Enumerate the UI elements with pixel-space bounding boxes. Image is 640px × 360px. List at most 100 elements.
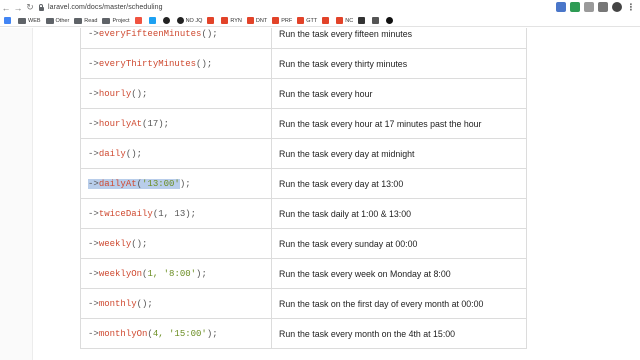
arrow-operator: -> <box>88 329 99 339</box>
method-name: weeklyOn <box>99 269 142 279</box>
method-name: everyThirtyMinutes <box>99 59 196 69</box>
method-name: monthly <box>99 299 137 309</box>
method-signature: ->everyThirtyMinutes( <box>88 59 201 69</box>
bookmark-15[interactable]: NC <box>336 15 353 27</box>
laravel-icon <box>135 17 142 24</box>
bookmark-label: WEB <box>28 18 41 24</box>
reload-icon[interactable]: ↻ <box>24 0 36 15</box>
bookmark-16[interactable] <box>358 15 367 27</box>
bookmark-0[interactable] <box>4 15 13 27</box>
bookmark-12[interactable]: PRF <box>272 15 292 27</box>
bookmark-3[interactable]: Read <box>74 15 97 27</box>
bookmark-label: Project <box>112 18 129 24</box>
folder-icon <box>46 18 54 24</box>
method-name: daily <box>99 149 126 159</box>
method-cell: ->twiceDaily(1, 13); <box>81 199 272 229</box>
method-cell: ->daily(); <box>81 139 272 169</box>
method-cell: ->hourly(); <box>81 79 272 109</box>
description-cell: Run the task every fifteen minutes <box>272 28 527 49</box>
method-name: weekly <box>99 239 131 249</box>
bookmark-14[interactable] <box>322 15 331 27</box>
gitlab-icon <box>322 17 329 24</box>
method-signature: ->dailyAt('13:00' <box>88 179 180 189</box>
forward-arrow-icon[interactable]: → <box>12 0 24 15</box>
bookmark-label: Read <box>84 18 97 24</box>
extension-menu-icon[interactable] <box>598 2 608 12</box>
bookmark-label: GTT <box>306 18 317 24</box>
docs-page: ->everyFifteenMinutes();Run the task eve… <box>0 28 640 360</box>
bookmark-label: NC <box>345 18 353 24</box>
bookmark-5[interactable] <box>135 15 144 27</box>
table-row: ->twiceDaily(1, 13);Run the task daily a… <box>81 199 527 229</box>
bookmark-18[interactable] <box>386 15 395 27</box>
kebab-menu-icon[interactable]: ⋮ <box>626 2 636 12</box>
description-cell: Run the task every day at 13:00 <box>272 169 527 199</box>
extension-green-icon[interactable] <box>570 2 580 12</box>
bookmark-9[interactable] <box>207 15 216 27</box>
circle-icon <box>386 17 393 24</box>
arrow-operator: -> <box>88 269 99 279</box>
description-cell: Run the task every day at midnight <box>272 139 527 169</box>
grid-icon <box>372 17 379 24</box>
method-cell: ->everyThirtyMinutes(); <box>81 49 272 79</box>
gitlab-icon <box>207 17 214 24</box>
table-row: ->weeklyOn(1, '8:00');Run the task every… <box>81 259 527 289</box>
gitlab-icon <box>272 17 279 24</box>
arrow-operator: -> <box>88 29 99 39</box>
method-args: 4, '15:00' <box>153 329 207 339</box>
method-name: monthlyOn <box>99 329 148 339</box>
table-row: ->hourly();Run the task every hour <box>81 79 527 109</box>
method-args: 1, '8:00' <box>147 269 196 279</box>
bookmark-4[interactable]: Project <box>102 15 129 27</box>
method-cell: ->monthly(); <box>81 289 272 319</box>
folder-icon <box>18 18 26 24</box>
lock-icon[interactable] <box>36 0 46 15</box>
back-arrow-icon[interactable]: ← <box>0 0 12 15</box>
arrow-operator: -> <box>88 89 99 99</box>
method-signature: ->twiceDaily(1, 13 <box>88 209 185 219</box>
method-cell: ->dailyAt('13:00'); <box>81 169 272 199</box>
table-row: ->dailyAt('13:00');Run the task every da… <box>81 169 527 199</box>
arrow-operator: -> <box>88 239 99 249</box>
arrow-operator: -> <box>88 119 99 129</box>
bookmark-11[interactable]: DNT <box>247 15 267 27</box>
bookmark-6[interactable] <box>149 15 158 27</box>
table-row: ->monthly();Run the task on the first da… <box>81 289 527 319</box>
description-cell: Run the task daily at 1:00 & 13:00 <box>272 199 527 229</box>
bookmark-2[interactable]: Other <box>46 15 70 27</box>
extension-blue-icon[interactable] <box>556 2 566 12</box>
folder-icon <box>74 18 82 24</box>
method-signature: ->daily( <box>88 149 131 159</box>
method-cell: ->hourlyAt(17); <box>81 109 272 139</box>
profile-avatar-icon[interactable] <box>612 2 622 12</box>
method-signature: ->weeklyOn(1, '8:00' <box>88 269 196 279</box>
method-cell: ->everyFifteenMinutes(); <box>81 28 272 49</box>
url-field[interactable]: laravel.com/docs/master/scheduling <box>48 4 163 11</box>
arrow-operator: -> <box>88 59 99 69</box>
method-name: everyFifteenMinutes <box>99 29 202 39</box>
method-signature: ->hourly( <box>88 89 137 99</box>
arrow-operator: -> <box>88 209 99 219</box>
bookmark-1[interactable]: WEB <box>18 15 41 27</box>
github-icon <box>163 17 170 24</box>
bookmark-label: RYN <box>230 18 242 24</box>
bookmark-label: PRF <box>281 18 292 24</box>
method-name: dailyAt <box>99 179 137 189</box>
bookmark-17[interactable] <box>372 15 381 27</box>
method-signature: ->everyFifteenMinutes( <box>88 29 207 39</box>
gitlab-icon <box>336 17 343 24</box>
method-name: twiceDaily <box>99 209 153 219</box>
docs-sidebar <box>0 28 33 360</box>
bookmark-8[interactable]: NO JQ <box>177 15 203 27</box>
bookmark-7[interactable] <box>163 15 172 27</box>
apps-grid-icon <box>4 17 11 24</box>
arrow-operator: -> <box>88 179 99 189</box>
extension-gray-icon[interactable] <box>584 2 594 12</box>
schedule-frequency-table: ->everyFifteenMinutes();Run the task eve… <box>80 28 526 349</box>
bookmark-10[interactable]: RYN <box>221 15 242 27</box>
bookmark-label: Other <box>56 18 70 24</box>
method-name: hourlyAt <box>99 119 142 129</box>
arrow-operator: -> <box>88 149 99 159</box>
bookmark-label: NO JQ <box>186 18 203 24</box>
bookmark-13[interactable]: GTT <box>297 15 317 27</box>
